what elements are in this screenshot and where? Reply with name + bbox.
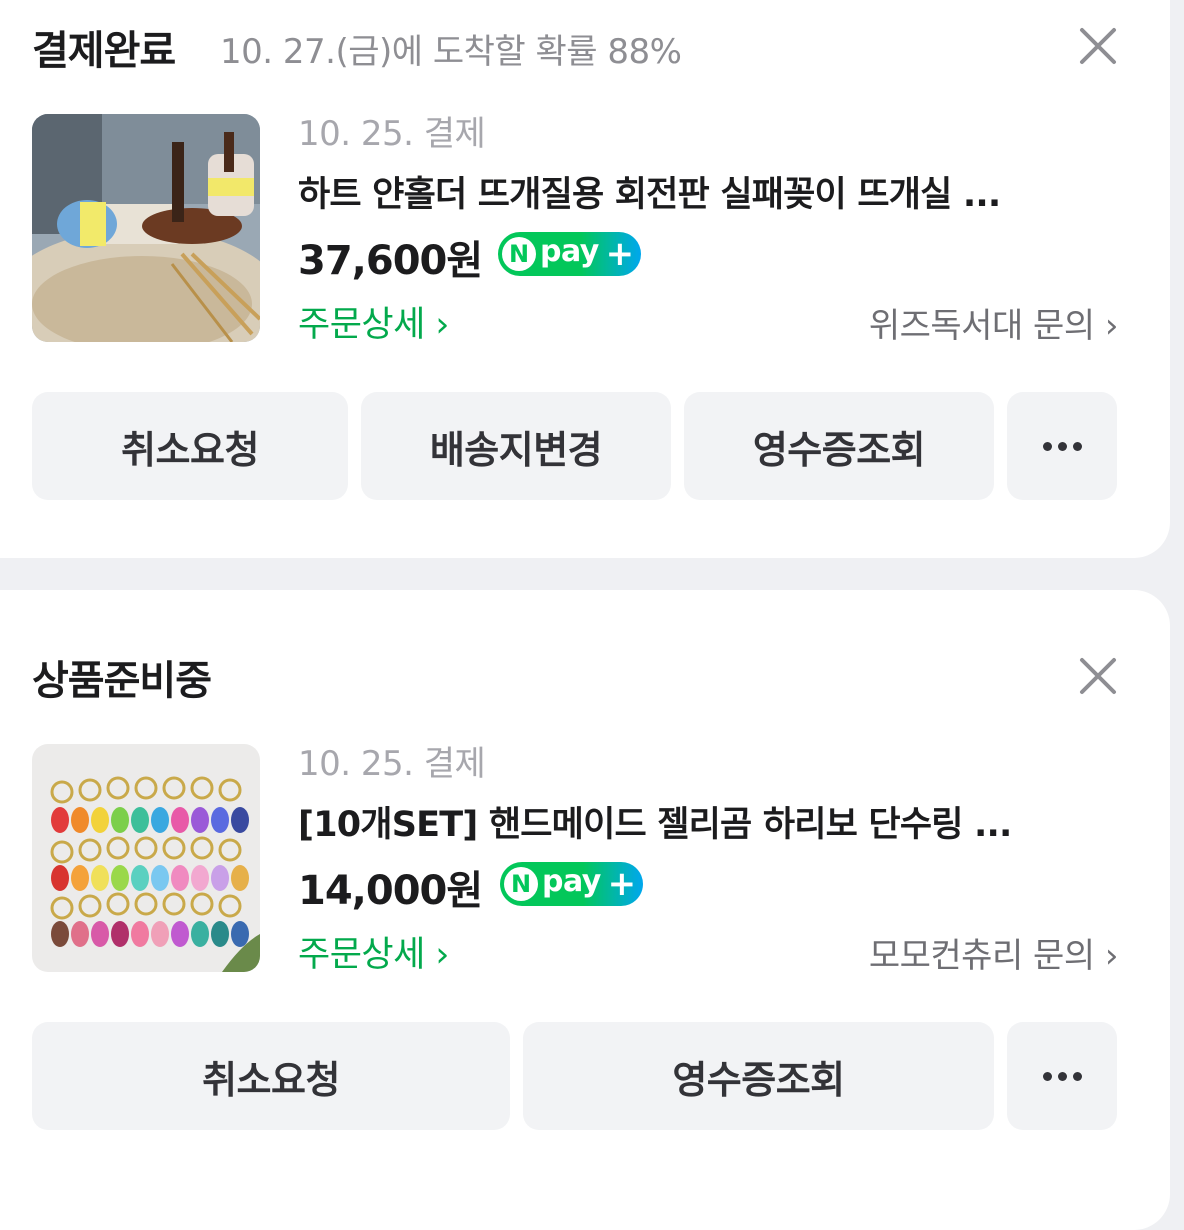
- npay-plus-badge: N pay +: [498, 232, 641, 276]
- arrival-estimate: 10. 27.(금)에 도착할 확률 88%: [220, 32, 682, 72]
- seller-inquiry-link[interactable]: 위즈독서대 문의 ›: [869, 298, 1119, 347]
- product-thumbnail[interactable]: [32, 114, 260, 342]
- cancel-request-button[interactable]: 취소요청: [32, 392, 348, 500]
- npay-n-icon: N: [504, 867, 538, 901]
- order-card: 상품준비중 10. 25. 결제 [10개SET] 핸드메이드 젤리곰 하리보 …: [0, 590, 1170, 1230]
- product-price: 37,600원: [298, 238, 483, 284]
- more-icon: [1042, 441, 1082, 451]
- order-card: 결제완료 10. 27.(금)에 도착할 확률 88% 10. 25. 결제 하…: [0, 0, 1170, 558]
- change-address-button[interactable]: 배송지변경: [361, 392, 671, 500]
- order-status: 상품준비중: [32, 658, 212, 704]
- npay-plus-icon: +: [605, 234, 635, 274]
- more-icon: [1042, 1071, 1082, 1081]
- order-status: 결제완료: [32, 28, 176, 74]
- close-icon[interactable]: [1070, 648, 1126, 704]
- more-options-button[interactable]: [1007, 1022, 1117, 1130]
- payment-date: 10. 25. 결제: [298, 114, 486, 154]
- product-title[interactable]: 하트 얀홀더 뜨개질용 회전판 실패꽂이 뜨개실 ...: [298, 166, 1110, 217]
- npay-n-icon: N: [502, 237, 536, 271]
- receipt-button[interactable]: 영수증조회: [523, 1022, 994, 1130]
- npay-label: pay: [540, 234, 599, 269]
- close-icon[interactable]: [1070, 18, 1126, 74]
- product-thumbnail[interactable]: [32, 744, 260, 972]
- seller-inquiry-link[interactable]: 모모컨츄리 문의 ›: [869, 928, 1119, 977]
- payment-date: 10. 25. 결제: [298, 744, 486, 784]
- npay-plus-icon: +: [607, 864, 637, 904]
- cancel-request-button[interactable]: 취소요청: [32, 1022, 510, 1130]
- npay-plus-badge: N pay +: [500, 862, 643, 906]
- more-options-button[interactable]: [1007, 392, 1117, 500]
- receipt-button[interactable]: 영수증조회: [684, 392, 994, 500]
- npay-label: pay: [542, 864, 601, 899]
- product-price: 14,000원: [298, 868, 483, 914]
- product-title[interactable]: [10개SET] 핸드메이드 젤리곰 하리보 단수링 ...: [298, 796, 1110, 847]
- order-detail-link[interactable]: 주문상세 ›: [298, 926, 449, 977]
- order-detail-link[interactable]: 주문상세 ›: [298, 296, 449, 347]
